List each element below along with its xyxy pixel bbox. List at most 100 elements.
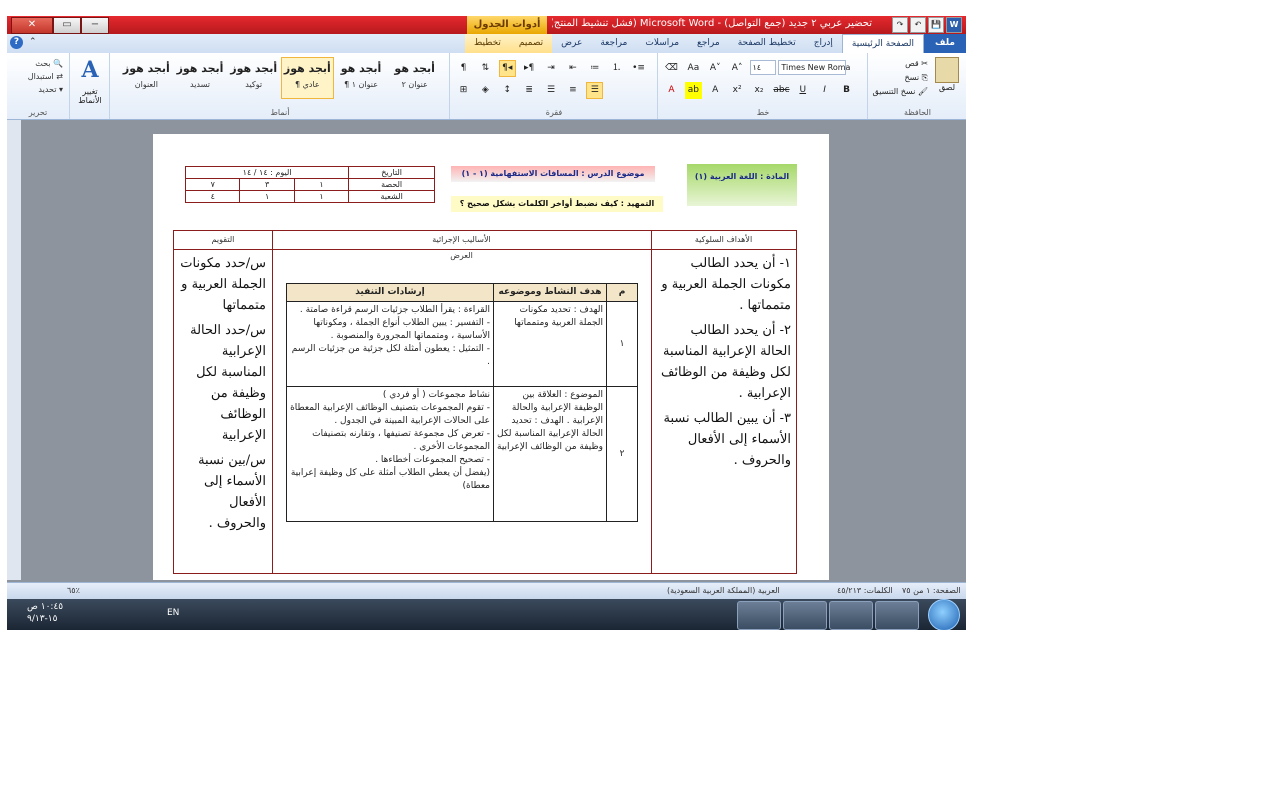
select-button[interactable]: تحديد ▾ bbox=[15, 83, 63, 96]
line-spacing-icon[interactable]: ↕ bbox=[499, 82, 516, 99]
help-icon[interactable]: ? bbox=[10, 36, 23, 49]
change-styles-button[interactable]: تغيير الأنماط bbox=[72, 87, 108, 105]
tab-8[interactable]: تصميم bbox=[509, 34, 553, 53]
find-button[interactable]: بحث 🔍 bbox=[15, 57, 63, 70]
decrease-indent-icon[interactable]: ⇤ bbox=[564, 60, 581, 77]
page-count[interactable]: الصفحة: ١ من ٧٥ bbox=[902, 586, 961, 595]
shading-icon[interactable]: ◈ bbox=[477, 82, 494, 99]
save-icon[interactable]: 💾 bbox=[928, 17, 944, 33]
format-painter-button[interactable]: نسخ التنسيق 🖌 bbox=[872, 85, 928, 99]
style-name: العنوان bbox=[134, 80, 158, 89]
multilevel-list-icon[interactable]: ≔ bbox=[586, 60, 603, 77]
media-player-taskbar-icon[interactable] bbox=[829, 601, 873, 630]
superscript-icon[interactable]: x² bbox=[729, 82, 746, 99]
change-styles-icon[interactable]: A bbox=[76, 57, 104, 83]
document-page[interactable]: اليوم : ١٤ / ١٤ التاريخ ٧ ٣ ١ الحصة ٤ ١ … bbox=[153, 134, 829, 580]
vertical-ruler[interactable] bbox=[7, 120, 22, 580]
redo-icon[interactable]: ↷ bbox=[892, 17, 908, 33]
start-button[interactable] bbox=[928, 599, 960, 630]
italic-icon[interactable]: I bbox=[816, 82, 833, 99]
style-sample: أبجد هوز bbox=[283, 62, 331, 75]
close-button[interactable]: ✕ bbox=[11, 17, 53, 34]
ribbon-tabs-row: ? ⌃ ملف الصفحة الرئيسية إدراج تخطيط الصفحة م… bbox=[7, 34, 966, 54]
tab-1[interactable]: الصفحة الرئيسية bbox=[841, 34, 925, 54]
borders-icon[interactable]: ⊞ bbox=[455, 82, 472, 99]
word-taskbar-icon[interactable] bbox=[737, 601, 781, 630]
font-name-select[interactable]: Times New Roma bbox=[778, 60, 850, 75]
font-color-icon[interactable]: A bbox=[663, 82, 680, 99]
grow-font-icon[interactable]: A˄ bbox=[729, 60, 746, 77]
context-tab-group: أدوات الجدول bbox=[467, 16, 547, 34]
tab-3[interactable]: تخطيط الصفحة bbox=[729, 34, 805, 53]
paragraph-group-label: فقرة bbox=[545, 108, 563, 117]
center-icon[interactable]: ≡ bbox=[564, 82, 581, 99]
cut-button[interactable]: قص ✂ bbox=[872, 57, 928, 71]
font-size-select[interactable]: ١٤ bbox=[749, 60, 776, 75]
minimize-ribbon-icon[interactable]: ⌃ bbox=[29, 37, 37, 47]
procedures-header: الأساليب الإجرائية bbox=[272, 231, 651, 250]
style-item[interactable]: أبجد هو ¶ عنوان ١ bbox=[335, 57, 388, 99]
style-item[interactable]: أبجد هوز ¶ عادي bbox=[281, 57, 334, 99]
change-case-icon[interactable]: Aa bbox=[685, 60, 702, 77]
language-status[interactable]: العربية (المملكة العربية السعودية) bbox=[667, 586, 780, 595]
text-line: س/بين نسبة الأسماء إلى الأفعال والحروف . bbox=[198, 453, 266, 531]
zoom-level[interactable]: ٦٥٪ bbox=[67, 586, 80, 595]
bold-icon[interactable]: B bbox=[838, 82, 855, 99]
style-item[interactable]: أبجد هوز العنوان bbox=[120, 57, 173, 99]
align-right-icon[interactable]: ☰ bbox=[586, 82, 604, 99]
system-clock[interactable]: ١٠:٤٥ ص ١٥-٩/١٣ bbox=[27, 601, 63, 625]
section-cell: ١ bbox=[239, 190, 295, 203]
highlight-icon[interactable]: ab bbox=[684, 82, 702, 99]
paste-button[interactable]: لصق bbox=[932, 57, 962, 97]
objectives-header: الأهداف السلوكية bbox=[651, 231, 796, 250]
align-left-icon[interactable]: ☰ bbox=[543, 82, 560, 99]
style-sample: أبجد هو bbox=[394, 62, 435, 75]
language-indicator[interactable]: EN bbox=[167, 608, 179, 618]
evaluation-header: التقويم bbox=[174, 231, 272, 250]
warmup-box: التمهيد : كيف نضبط أواخر الكلمات بشكل صح… bbox=[451, 196, 663, 212]
activity-goal: الموضوع : العلاقة بين الوظيفة الإعرابية … bbox=[493, 386, 607, 522]
text-effects-icon[interactable]: A bbox=[707, 82, 724, 99]
justify-icon[interactable]: ≣ bbox=[521, 82, 538, 99]
tab-5[interactable]: مراسلات bbox=[636, 34, 688, 53]
copy-button[interactable]: نسخ ⎘ bbox=[872, 71, 928, 85]
screen: ✕ ▭ − أدوات الجدول تحضير عربي ٢ جديد (جم… bbox=[7, 16, 966, 630]
word-logo-icon[interactable]: W bbox=[946, 17, 962, 33]
taskbar: ١٠:٤٥ ص ١٥-٩/١٣ EN bbox=[7, 599, 966, 630]
ltr-direction-icon[interactable]: ▸¶ bbox=[521, 60, 538, 77]
numbering-icon[interactable]: ⒈ bbox=[608, 60, 625, 77]
tab-6[interactable]: مراجعة bbox=[591, 34, 636, 53]
activity-step: - التمثيل : يعطون أمثلة لكل جزئية من جزئ… bbox=[291, 344, 490, 367]
quick-access-toolbar: ↷ ↶ 💾 W bbox=[892, 17, 962, 33]
date-cell: اليوم : ١٤ / ١٤ bbox=[184, 166, 350, 179]
internet-explorer-taskbar-icon[interactable] bbox=[875, 601, 919, 630]
bullets-icon[interactable]: •≡ bbox=[630, 60, 647, 77]
tab-7[interactable]: عرض bbox=[552, 34, 591, 53]
activity-number: ٢ bbox=[606, 386, 638, 522]
maximize-button[interactable]: ▭ bbox=[53, 17, 81, 34]
messenger-taskbar-icon[interactable] bbox=[783, 601, 827, 630]
increase-indent-icon[interactable]: ⇥ bbox=[543, 60, 560, 77]
tab-0[interactable]: ملف bbox=[924, 34, 966, 53]
tab-9[interactable]: تخطيط bbox=[464, 34, 510, 53]
rtl-direction-icon[interactable]: ¶◂ bbox=[498, 60, 516, 77]
tab-2[interactable]: إدراج bbox=[805, 34, 842, 53]
word-count[interactable]: الكلمات: ٤٥/٢١٣ bbox=[837, 586, 893, 595]
clear-format-icon[interactable]: ⌫ bbox=[663, 60, 680, 77]
activity-step: القراءة : يقرأ الطلاب جزئيات الرسم قراءة… bbox=[299, 305, 490, 315]
subscript-icon[interactable]: x₂ bbox=[751, 82, 768, 99]
shrink-font-icon[interactable]: A˅ bbox=[707, 60, 724, 77]
minimize-button[interactable]: − bbox=[81, 17, 109, 34]
style-item[interactable]: أبجد هوز توكيد bbox=[227, 57, 280, 99]
underline-icon[interactable]: U bbox=[794, 82, 811, 99]
sort-icon[interactable]: ⇅ bbox=[477, 60, 494, 77]
show-marks-icon[interactable]: ¶ bbox=[455, 60, 472, 77]
style-item[interactable]: أبجد هوز تسديد bbox=[174, 57, 227, 99]
strikethrough-icon[interactable]: abc bbox=[772, 82, 789, 99]
undo-icon[interactable]: ↶ bbox=[910, 17, 926, 33]
replace-button[interactable]: استبدال ⇄ bbox=[15, 70, 63, 83]
status-bar: ٦٥٪ العربية (المملكة العربية السعودية) ا… bbox=[7, 582, 966, 599]
style-item[interactable]: أبجد هو عنوان ٢ bbox=[388, 57, 441, 99]
style-name: ¶ عنوان ١ bbox=[344, 80, 378, 89]
tab-4[interactable]: مراجع bbox=[688, 34, 729, 53]
